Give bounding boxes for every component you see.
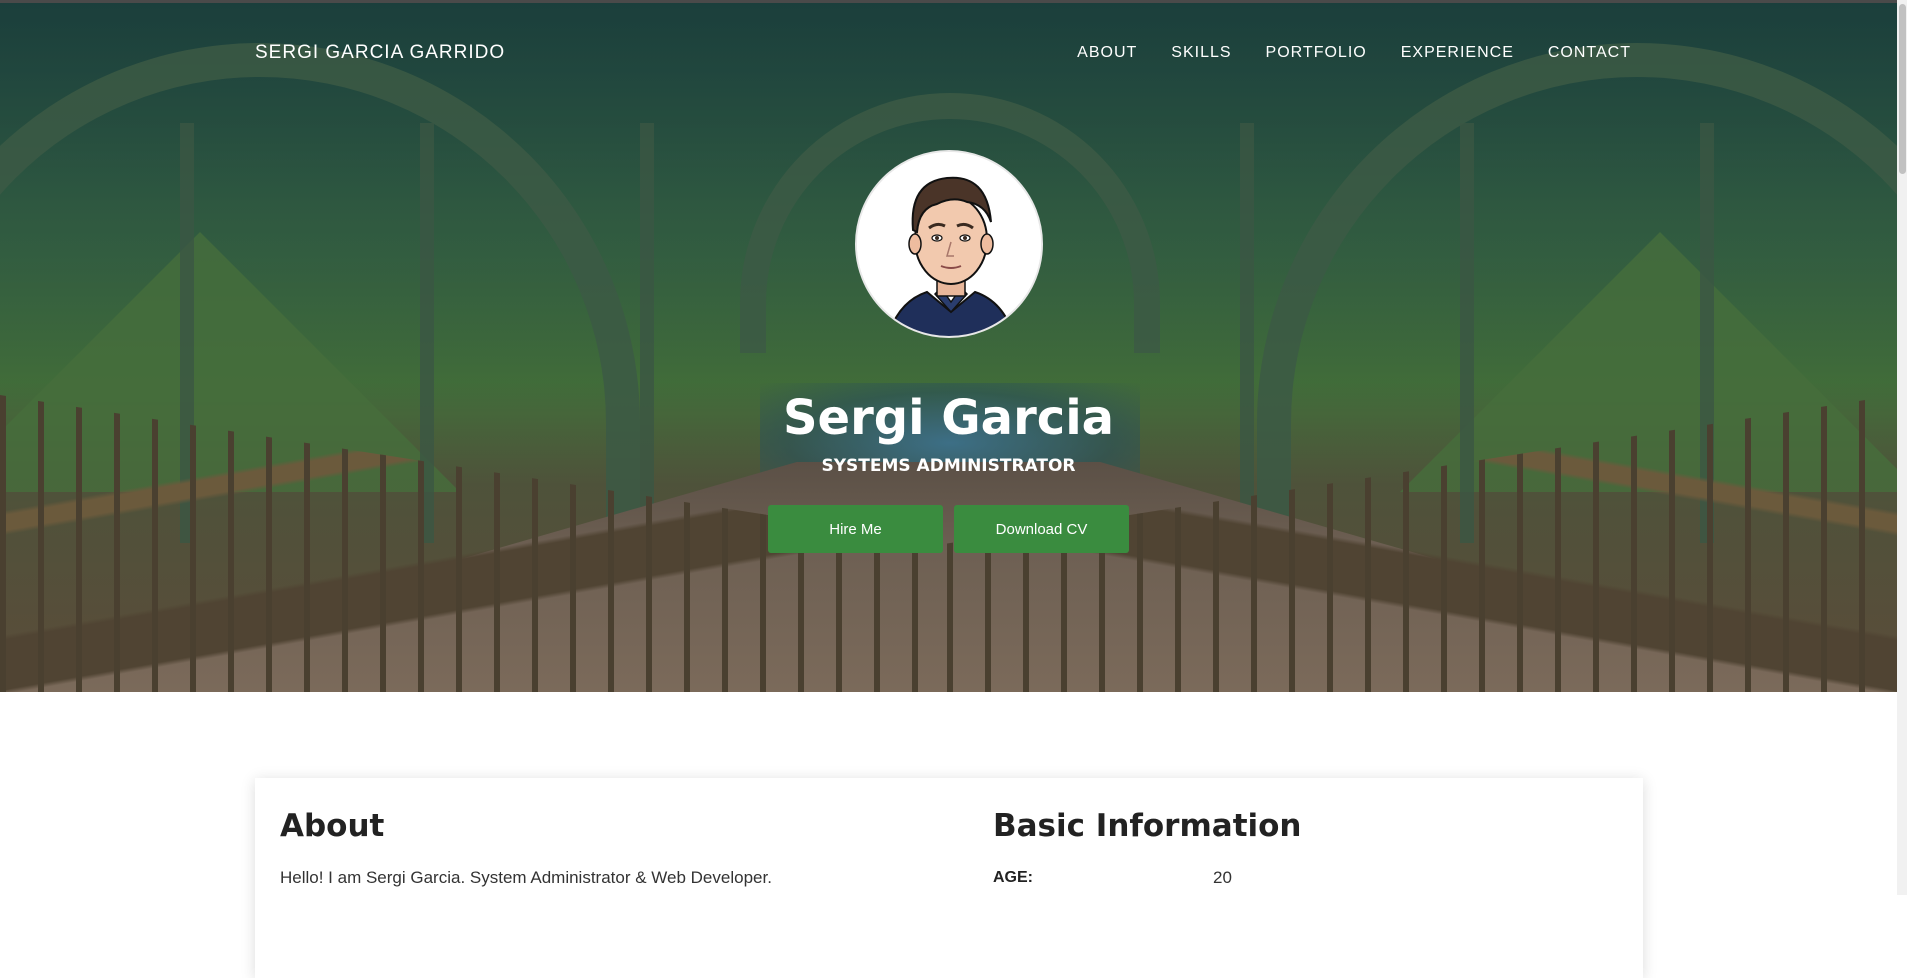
hire-me-button[interactable]: Hire Me <box>768 505 943 553</box>
nav-about[interactable]: ABOUT <box>1077 44 1137 62</box>
nav-contact[interactable]: CONTACT <box>1548 44 1631 62</box>
page-scrollbar[interactable] <box>1897 0 1907 895</box>
hero-name: Sergi Garcia <box>782 390 1115 446</box>
info-value-age: 20 <box>1213 868 1232 887</box>
about-text: Hello! I am Sergi Garcia. System Adminis… <box>280 868 772 887</box>
bridge-truss <box>1240 123 1254 543</box>
nav-experience[interactable]: EXPERIENCE <box>1401 44 1514 62</box>
hero-role: SYSTEMS ADMINISTRATOR <box>821 456 1076 476</box>
brand-link[interactable]: SERGI GARCIA GARRIDO <box>255 42 505 64</box>
about-card: About Hello! I am Sergi Garcia. System A… <box>255 778 1643 978</box>
nav-skills[interactable]: SKILLS <box>1171 44 1231 62</box>
avatar <box>855 150 1043 338</box>
download-cv-button[interactable]: Download CV <box>954 505 1129 553</box>
hero-section <box>0 3 1897 692</box>
basic-info-heading: Basic Information <box>993 808 1302 844</box>
scrollbar-thumb[interactable] <box>1899 4 1906 174</box>
avatar-illustration <box>857 152 1041 336</box>
bridge-truss <box>640 123 654 543</box>
info-label-age: AGE: <box>993 869 1033 886</box>
nav-portfolio[interactable]: PORTFOLIO <box>1266 44 1367 62</box>
main-nav: ABOUT SKILLS PORTFOLIO EXPERIENCE CONTAC… <box>1077 44 1631 62</box>
about-heading: About <box>280 808 385 844</box>
